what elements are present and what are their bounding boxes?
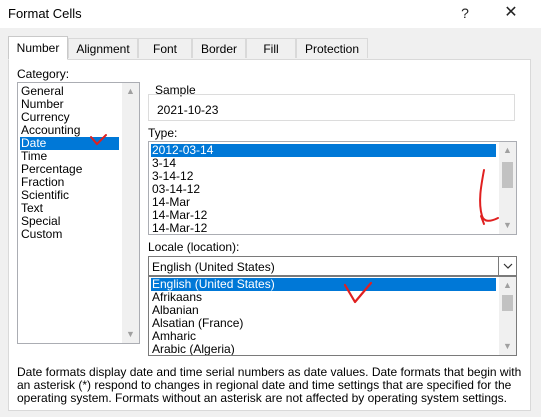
- window-title: Format Cells: [8, 6, 82, 21]
- locale-list[interactable]: English (United States) Afrikaans Albani…: [148, 276, 517, 356]
- scroll-down-icon[interactable]: ▼: [499, 338, 516, 355]
- locale-label: Locale (location):: [148, 240, 240, 254]
- format-cells-dialog: Format Cells ? ✕ Number Alignment Font B…: [0, 0, 541, 417]
- scroll-down-icon[interactable]: ▼: [122, 326, 139, 343]
- tab-protection[interactable]: Protection: [296, 38, 368, 58]
- type-list[interactable]: 2012-03-14 3-14 3-14-12 03-14-12 14-Mar …: [148, 141, 517, 235]
- locale-item[interactable]: Arabic (Algeria): [151, 343, 496, 356]
- locale-selected-value: English (United States): [152, 260, 275, 274]
- scroll-thumb[interactable]: [502, 162, 513, 188]
- type-item[interactable]: 14-Mar-12: [151, 222, 496, 235]
- locale-item[interactable]: Alsatian (France): [151, 317, 496, 330]
- format-description: Date formats display date and time seria…: [17, 365, 522, 405]
- type-item[interactable]: 2012-03-14: [151, 144, 496, 157]
- locale-item[interactable]: Afrikaans: [151, 291, 496, 304]
- type-item[interactable]: 3-14: [151, 157, 496, 170]
- tab-number[interactable]: Number: [8, 36, 68, 60]
- locale-scrollbar[interactable]: ▲ ▼: [499, 277, 516, 355]
- scroll-up-icon[interactable]: ▲: [122, 83, 139, 100]
- category-scrollbar[interactable]: ▲ ▼: [122, 83, 139, 343]
- scroll-down-icon[interactable]: ▼: [499, 217, 516, 234]
- tab-fill[interactable]: Fill: [246, 38, 296, 58]
- title-bar: Format Cells ? ✕: [0, 0, 541, 28]
- tab-alignment[interactable]: Alignment: [68, 38, 138, 58]
- category-label: Category:: [17, 67, 70, 81]
- category-list[interactable]: General Number Currency Accounting Date …: [17, 82, 140, 344]
- type-item[interactable]: 03-14-12: [151, 183, 496, 196]
- tab-font[interactable]: Font: [138, 38, 192, 58]
- type-item[interactable]: 3-14-12: [151, 170, 496, 183]
- chevron-down-icon[interactable]: [498, 257, 516, 275]
- type-scrollbar[interactable]: ▲ ▼: [499, 142, 516, 234]
- sample-value: 2021-10-23: [157, 103, 219, 117]
- scroll-up-icon[interactable]: ▲: [499, 277, 516, 294]
- scroll-up-icon[interactable]: ▲: [499, 142, 516, 159]
- locale-item[interactable]: English (United States): [151, 278, 496, 291]
- sample-box: 2021-10-23: [148, 94, 515, 121]
- tab-border[interactable]: Border: [192, 38, 246, 58]
- help-button[interactable]: ?: [458, 4, 472, 22]
- scroll-thumb[interactable]: [502, 295, 513, 311]
- locale-combobox[interactable]: English (United States): [148, 256, 517, 276]
- category-item-custom[interactable]: Custom: [20, 228, 119, 241]
- close-button[interactable]: ✕: [502, 4, 520, 22]
- type-label: Type:: [148, 126, 178, 140]
